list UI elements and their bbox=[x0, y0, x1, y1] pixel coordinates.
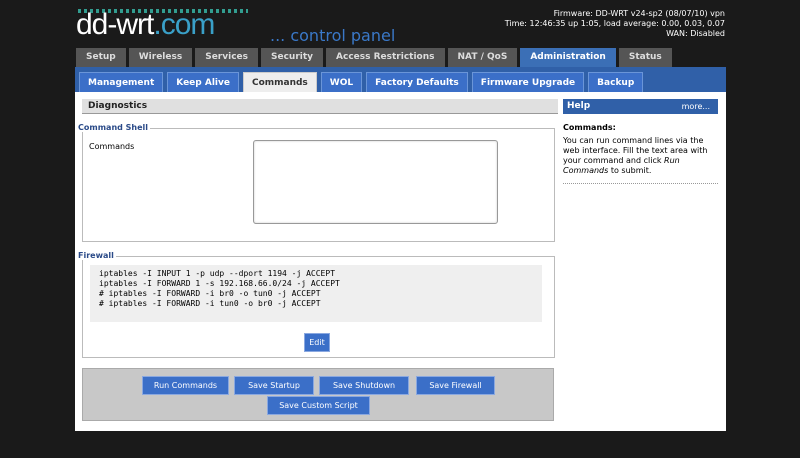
subtab-keep-alive[interactable]: Keep Alive bbox=[167, 72, 239, 94]
logo-dotcom: .com bbox=[153, 8, 215, 41]
wan-info: WAN: Disabled bbox=[666, 29, 725, 38]
tab-security[interactable]: Security bbox=[261, 48, 324, 67]
help-title: Help bbox=[567, 101, 591, 111]
section-title: Diagnostics bbox=[82, 99, 558, 114]
logo-text: dd-wrt bbox=[76, 8, 154, 41]
save-custom-script-button[interactable]: Save Custom Script bbox=[267, 396, 370, 415]
firewall-line: iptables -I FORWARD 1 -s 192.168.66.0/24… bbox=[99, 279, 340, 288]
save-shutdown-button[interactable]: Save Shutdown bbox=[319, 376, 409, 395]
save-startup-button[interactable]: Save Startup bbox=[234, 376, 314, 395]
help-text: You can run command lines via the web in… bbox=[563, 136, 719, 176]
help-text-1: You can run command lines via the web in… bbox=[563, 136, 708, 165]
firewall-legend: Firewall bbox=[76, 251, 116, 260]
help-text-2: to submit. bbox=[608, 166, 652, 175]
tab-access-restrictions[interactable]: Access Restrictions bbox=[326, 48, 445, 67]
save-firewall-button[interactable]: Save Firewall bbox=[416, 376, 495, 395]
logo-subtitle: ... control panel bbox=[270, 26, 396, 45]
run-commands-button[interactable]: Run Commands bbox=[142, 376, 229, 395]
help-title-bar: Help more... bbox=[563, 99, 718, 114]
help-divider bbox=[563, 183, 718, 184]
firewall-script: iptables -I INPUT 1 -p udp --dport 1194 … bbox=[90, 265, 542, 322]
tab-wireless[interactable]: Wireless bbox=[128, 48, 193, 67]
tab-administration[interactable]: Administration bbox=[520, 48, 616, 68]
edit-button[interactable]: Edit bbox=[304, 333, 330, 352]
sub-tabs: Management Keep Alive Commands WOL Facto… bbox=[79, 72, 644, 94]
tab-status[interactable]: Status bbox=[618, 48, 672, 67]
logo-main: dd-wrt.com bbox=[76, 8, 215, 42]
main-tabs: Setup Wireless Services Security Access … bbox=[76, 48, 672, 68]
tab-setup[interactable]: Setup bbox=[76, 48, 126, 67]
subtab-backup[interactable]: Backup bbox=[588, 72, 644, 94]
time-info: Time: 12:46:35 up 1:05, load average: 0.… bbox=[504, 19, 725, 28]
commands-textarea[interactable] bbox=[253, 140, 498, 224]
firewall-line: iptables -I INPUT 1 -p udp --dport 1194 … bbox=[99, 269, 336, 278]
logo: dd-wrt.com ... control panel bbox=[76, 6, 416, 46]
subtab-wol[interactable]: WOL bbox=[320, 72, 363, 94]
firmware-info: Firmware: DD-WRT v24-sp2 (08/07/10) vpn bbox=[553, 9, 725, 18]
help-more-link[interactable]: more... bbox=[682, 99, 710, 114]
subtab-management[interactable]: Management bbox=[79, 72, 164, 94]
subtab-factory-defaults[interactable]: Factory Defaults bbox=[366, 72, 468, 94]
main-content: Diagnostics Command Shell Commands Firew… bbox=[75, 92, 726, 431]
firewall-line: # iptables -I FORWARD -i br0 -o tun0 -j … bbox=[99, 289, 321, 298]
commands-label: Commands bbox=[89, 142, 135, 151]
tab-services[interactable]: Services bbox=[195, 48, 258, 67]
help-heading: Commands: bbox=[563, 123, 616, 132]
tab-nat-qos[interactable]: NAT / QoS bbox=[447, 48, 518, 67]
header: dd-wrt.com ... control panel Firmware: D… bbox=[0, 0, 800, 46]
firewall-line: # iptables -I FORWARD -i tun0 -o br0 -j … bbox=[99, 299, 321, 308]
subtab-firmware-upgrade[interactable]: Firmware Upgrade bbox=[471, 72, 585, 94]
command-shell-legend: Command Shell bbox=[76, 123, 151, 132]
subtab-commands[interactable]: Commands bbox=[242, 72, 317, 94]
header-info: Firmware: DD-WRT v24-sp2 (08/07/10) vpn … bbox=[505, 9, 725, 39]
